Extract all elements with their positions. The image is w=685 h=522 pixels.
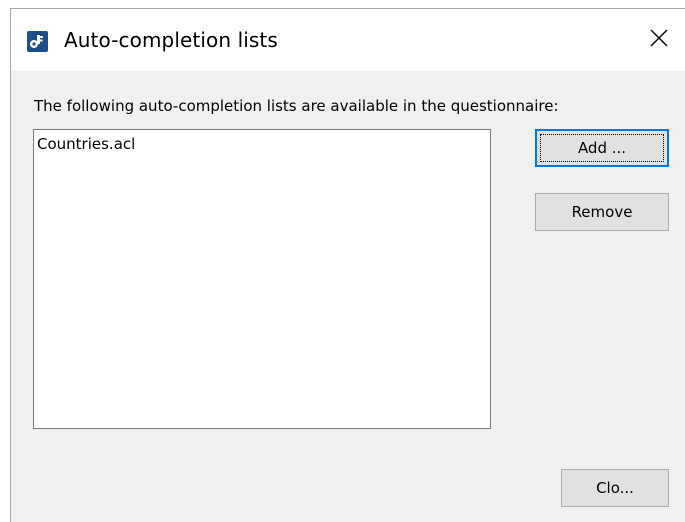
auto-completion-dialog: Auto-completion lists The following auto… xyxy=(10,8,685,522)
list-item[interactable]: Countries.acl xyxy=(37,135,135,153)
instructions-label: The following auto-completion lists are … xyxy=(34,97,559,115)
close-button[interactable]: Clo... xyxy=(561,469,669,507)
close-icon xyxy=(650,29,668,51)
remove-button-label: Remove xyxy=(571,203,633,221)
close-window-button[interactable] xyxy=(641,23,677,57)
focus-rectangle xyxy=(540,134,664,162)
remove-button[interactable]: Remove xyxy=(535,193,669,231)
window-title: Auto-completion lists xyxy=(64,28,278,52)
title-bar[interactable]: Auto-completion lists xyxy=(11,9,685,71)
add-button[interactable]: Add ... xyxy=(535,129,669,167)
auto-completion-listbox[interactable]: Countries.acl xyxy=(33,129,491,429)
close-button-label: Clo... xyxy=(596,479,634,497)
app-key-icon xyxy=(27,31,48,52)
